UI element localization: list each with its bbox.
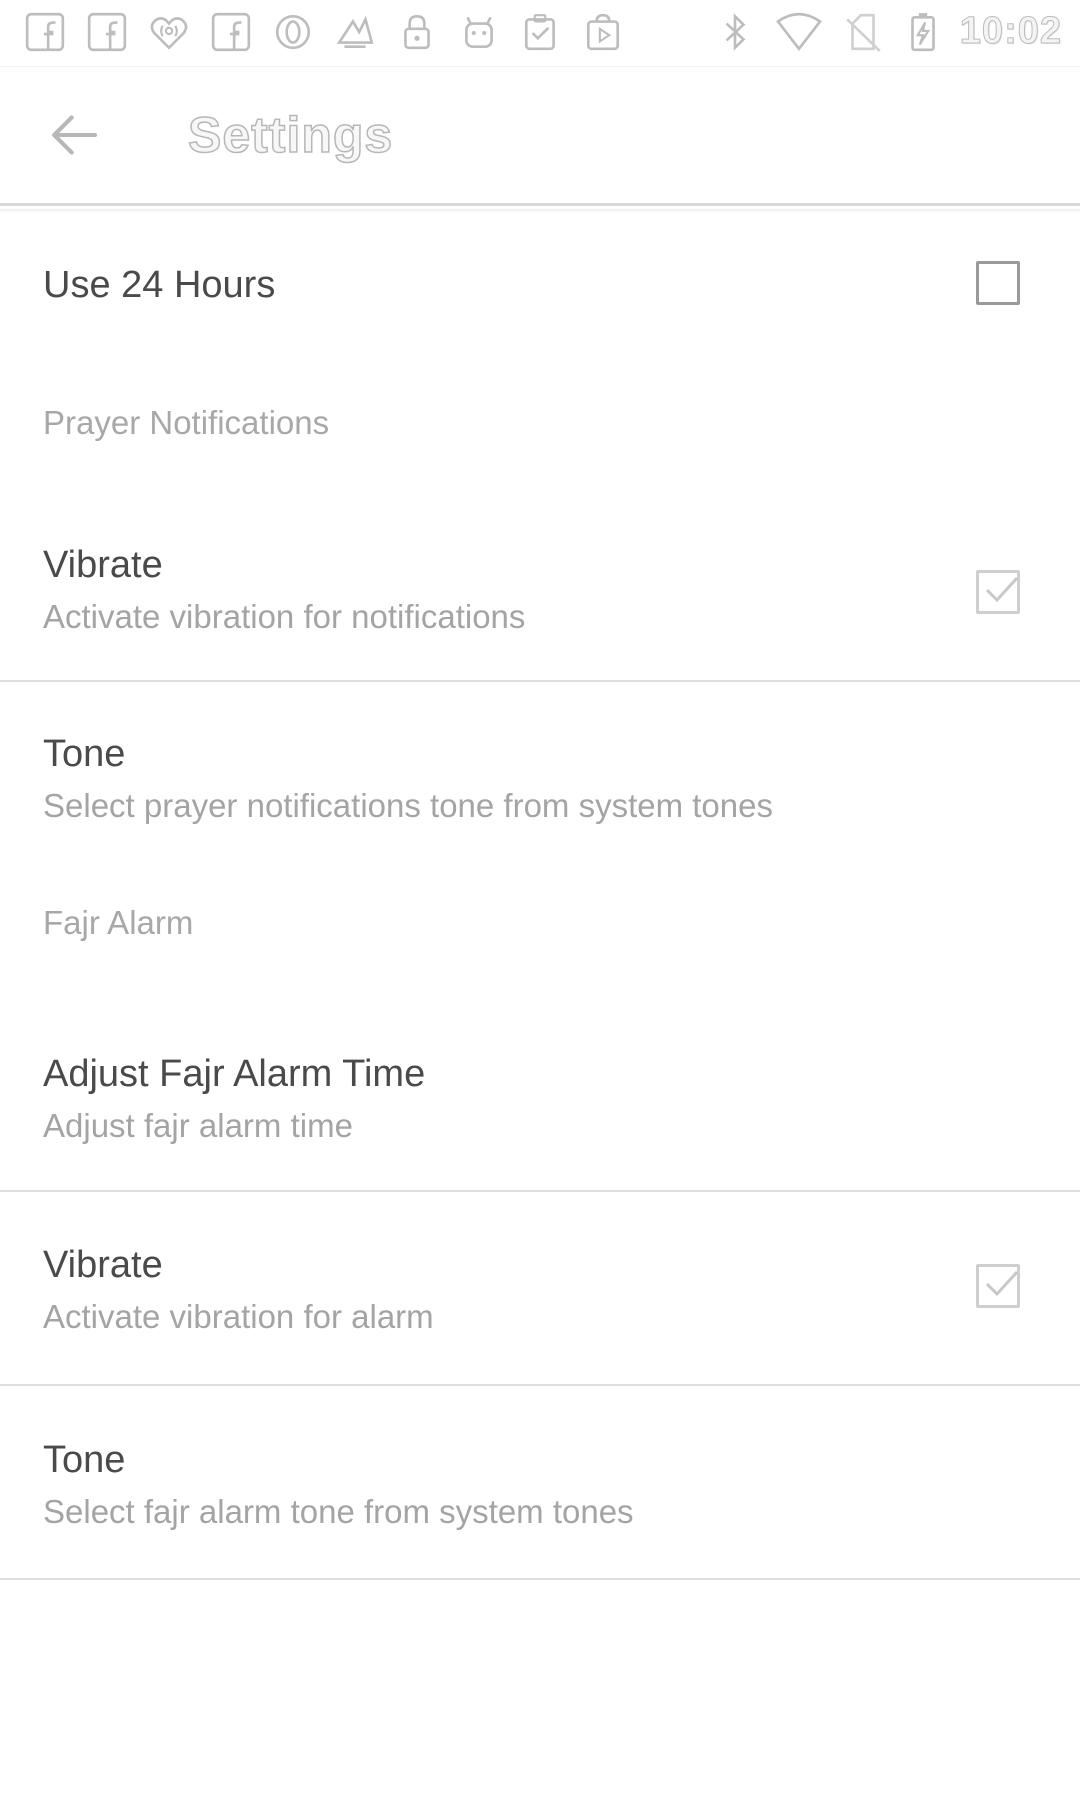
prayer-vibrate-checkbox[interactable] <box>976 570 1020 614</box>
use-24-hours-checkbox[interactable] <box>976 261 1020 305</box>
setting-use-24-hours[interactable]: Use 24 Hours <box>0 214 1080 356</box>
app-bar: Settings <box>0 66 1080 206</box>
arrow-back-icon <box>52 115 98 155</box>
facebook-icon <box>208 9 254 55</box>
setting-summary: Select fajr alarm tone from system tones <box>43 1493 634 1530</box>
setting-adjust-fajr-alarm-time[interactable]: Adjust Fajr Alarm Time Adjust fajr alarm… <box>0 1002 1080 1192</box>
setting-title: Tone <box>43 1439 126 1481</box>
page-title: Settings <box>187 106 394 164</box>
back-button[interactable] <box>36 97 112 173</box>
setting-title: Vibrate <box>43 544 163 586</box>
setting-summary: Adjust fajr alarm time <box>43 1107 353 1144</box>
setting-title: Vibrate <box>43 1244 163 1286</box>
pokemon-go-icon <box>332 9 378 55</box>
setting-summary: Activate vibration for alarm <box>43 1298 434 1335</box>
settings-list: Use 24 Hours Prayer Notifications Vibrat… <box>0 214 1080 1580</box>
setting-fajr-tone[interactable]: Tone Select fajr alarm tone from system … <box>0 1386 1080 1580</box>
status-bar: 10:02 <box>0 0 1080 63</box>
lock-icon <box>394 9 440 55</box>
setting-prayer-tone[interactable]: Tone Select prayer notifications tone fr… <box>0 682 1080 870</box>
status-clock: 10:02 <box>959 10 1062 53</box>
category-prayer-notifications: Prayer Notifications <box>0 356 1080 492</box>
android-icon <box>456 9 502 55</box>
opera-icon <box>270 9 316 55</box>
play-store-icon <box>580 9 626 55</box>
app-bar-shadow <box>0 209 1080 213</box>
setting-prayer-vibrate[interactable]: Vibrate Activate vibration for notificat… <box>0 492 1080 682</box>
wifi-icon <box>772 9 826 55</box>
setting-summary: Activate vibration for notifications <box>43 598 526 635</box>
bluetooth-icon <box>712 9 758 55</box>
facebook-icon <box>84 9 130 55</box>
checklist-icon <box>518 9 564 55</box>
category-title: Fajr Alarm <box>43 904 194 941</box>
no-sim-icon <box>840 9 886 55</box>
setting-title: Tone <box>43 733 126 775</box>
iheartradio-icon <box>146 9 192 55</box>
checkmark-icon <box>985 1270 1019 1297</box>
fajr-vibrate-checkbox[interactable] <box>976 1264 1020 1308</box>
system-icons: 10:02 <box>712 9 1062 55</box>
setting-title: Adjust Fajr Alarm Time <box>43 1053 426 1095</box>
setting-title: Use 24 Hours <box>43 264 276 306</box>
checkmark-icon <box>985 576 1019 603</box>
facebook-icon <box>22 9 68 55</box>
setting-summary: Select prayer notifications tone from sy… <box>43 787 773 824</box>
category-title: Prayer Notifications <box>43 404 330 441</box>
battery-charging-icon <box>900 9 946 55</box>
notification-icons <box>22 9 642 55</box>
setting-fajr-vibrate[interactable]: Vibrate Activate vibration for alarm <box>0 1192 1080 1386</box>
category-fajr-alarm: Fajr Alarm <box>0 870 1080 1002</box>
